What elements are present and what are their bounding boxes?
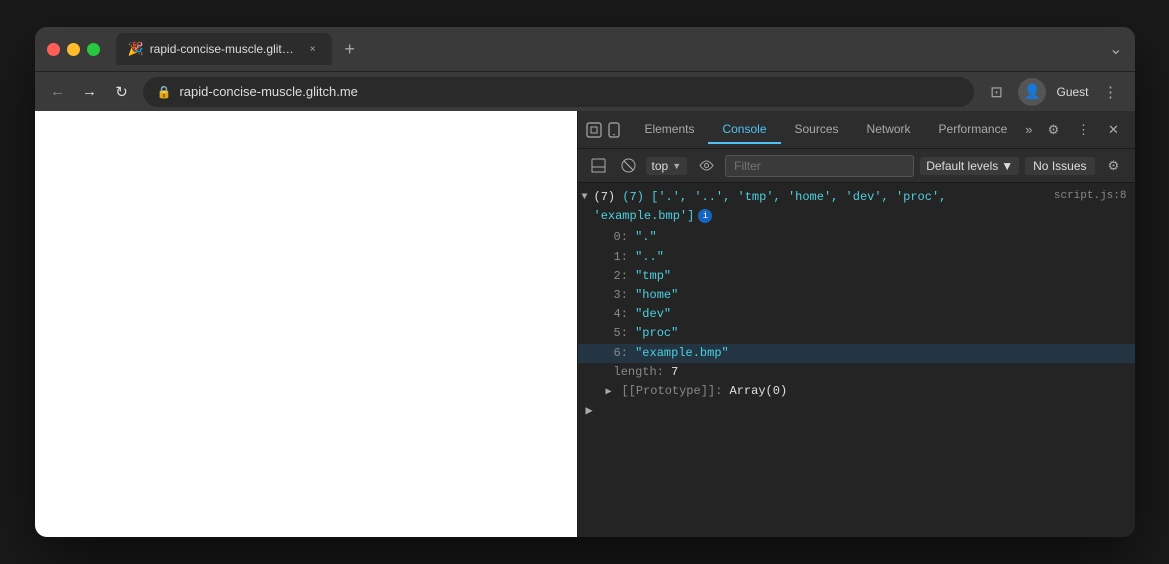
inspect-element-button[interactable] (586, 117, 602, 143)
context-selector[interactable]: top ▼ (646, 157, 688, 175)
tab-title: rapid-concise-muscle.glitch.m... (150, 42, 300, 56)
tab-favicon: 🎉 (128, 41, 144, 57)
profile-label: Guest (1056, 85, 1088, 99)
forward-button[interactable]: → (79, 83, 101, 100)
console-array-summary: (7) (7) ['.', '..', 'tmp', 'home', 'dev'… (594, 188, 1054, 226)
traffic-lights (47, 43, 100, 56)
prototype-label: [[Prototype]]: (622, 384, 723, 398)
address-input[interactable]: 🔒 rapid-concise-muscle.glitch.me (143, 77, 975, 107)
item-index-0: 0: (614, 230, 628, 244)
tab-close-button[interactable]: × (306, 42, 320, 56)
console-prompt[interactable]: ▶ (578, 401, 1135, 420)
prototype-value: Array(0) (730, 384, 788, 398)
devtools-toolbar: Elements Console Sources Network Perform… (578, 111, 1135, 149)
item-value-1: ".." (635, 250, 664, 264)
title-bar: 🎉 rapid-concise-muscle.glitch.m... × + ⌄ (35, 27, 1135, 71)
item-value-0: "." (635, 230, 657, 244)
devtools-more-button[interactable]: ⋮ (1070, 117, 1096, 143)
tab-network[interactable]: Network (853, 116, 925, 144)
console-drawer-button[interactable] (586, 153, 612, 179)
length-label: length: (614, 365, 664, 379)
console-toolbar: top ▼ Default levels ▼ No Issues ⚙ (578, 149, 1135, 183)
array-item-2: 2: "tmp" (578, 267, 1135, 286)
device-toolbar-button[interactable] (606, 117, 622, 143)
expand-button[interactable]: ⌄ (1109, 39, 1122, 59)
log-level-label: Default levels (926, 159, 998, 173)
devtools-close-button[interactable]: ✕ (1100, 117, 1126, 143)
array-item-6: 6: "example.bmp" (578, 344, 1135, 363)
array-item-4: 4: "dev" (578, 305, 1135, 324)
info-badge: i (698, 209, 712, 223)
item-index-4: 4: (614, 307, 628, 321)
split-screen-button[interactable]: ⊡ (984, 80, 1008, 104)
devtools-settings-button[interactable]: ⚙ (1040, 117, 1066, 143)
array-count: (7) (594, 190, 623, 204)
console-filter-input[interactable] (725, 155, 914, 177)
item-value-5: "proc" (635, 326, 678, 340)
prompt-arrow-icon: ▶ (586, 403, 593, 418)
browser-window: 🎉 rapid-concise-muscle.glitch.m... × + ⌄… (35, 27, 1135, 537)
length-value: 7 (671, 365, 678, 379)
main-content: Elements Console Sources Network Perform… (35, 111, 1135, 537)
new-tab-button[interactable]: + (336, 35, 364, 63)
item-index-3: 3: (614, 288, 628, 302)
context-label: top (652, 159, 669, 173)
prototype-expand-icon[interactable]: ▶ (606, 385, 612, 401)
item-index-2: 2: (614, 269, 628, 283)
maximize-button[interactable] (87, 43, 100, 56)
context-arrow-icon: ▼ (672, 161, 681, 171)
array-item-1: 1: ".." (578, 248, 1135, 267)
devtools-toolbar-right: ⚙ ⋮ ✕ (1040, 117, 1126, 143)
devtools-panel: Elements Console Sources Network Perform… (577, 111, 1135, 537)
item-index-1: 1: (614, 250, 628, 264)
array-item-3: 3: "home" (578, 286, 1135, 305)
array-prototype[interactable]: ▶ [[Prototype]]: Array(0) (578, 382, 1135, 401)
address-text: rapid-concise-muscle.glitch.me (179, 84, 357, 99)
eye-button[interactable] (693, 153, 719, 179)
log-level-arrow: ▼ (1001, 159, 1013, 173)
item-index-6: 6: (614, 346, 628, 360)
more-tabs-button[interactable]: » (1021, 116, 1036, 143)
tab-sources[interactable]: Sources (781, 116, 853, 144)
profile-button[interactable]: 👤 (1018, 78, 1046, 106)
back-button[interactable]: ← (47, 83, 69, 100)
item-value-4: "dev" (635, 307, 671, 321)
tab-performance[interactable]: Performance (925, 116, 1022, 144)
array-item-5: 5: "proc" (578, 324, 1135, 343)
tab-console[interactable]: Console (708, 116, 780, 144)
no-issues-button[interactable]: No Issues (1025, 157, 1094, 175)
console-settings-button[interactable]: ⚙ (1101, 153, 1127, 179)
tab-elements[interactable]: Elements (630, 116, 708, 144)
console-clear-button[interactable] (618, 155, 640, 177)
refresh-button[interactable]: ↻ (111, 83, 133, 101)
tab-bar: 🎉 rapid-concise-muscle.glitch.m... × + (116, 33, 1102, 65)
source-link[interactable]: script.js:8 (1054, 188, 1127, 206)
menu-button[interactable]: ⋮ (1099, 80, 1123, 104)
array-item-0: 0: "." (578, 228, 1135, 247)
devtools-tabs: Elements Console Sources Network Perform… (630, 116, 1036, 144)
array-values: (7) ['.', '..', 'tmp', 'home', 'dev', 'p… (594, 190, 947, 223)
expand-arrow-icon[interactable]: ▼ (582, 190, 588, 206)
item-value-6: "example.bmp" (635, 346, 729, 360)
address-bar: ← → ↻ 🔒 rapid-concise-muscle.glitch.me ⊡… (35, 71, 1135, 111)
active-tab[interactable]: 🎉 rapid-concise-muscle.glitch.m... × (116, 33, 332, 65)
close-button[interactable] (47, 43, 60, 56)
lock-icon: 🔒 (157, 85, 172, 99)
page-area (35, 111, 577, 537)
log-level-selector[interactable]: Default levels ▼ (920, 157, 1019, 175)
console-array-line[interactable]: ▼ (7) (7) ['.', '..', 'tmp', 'home', 'de… (578, 187, 1135, 228)
array-length: length: 7 (578, 363, 1135, 382)
minimize-button[interactable] (67, 43, 80, 56)
address-bar-actions: ⊡ 👤 Guest ⋮ (984, 78, 1122, 106)
item-value-3: "home" (635, 288, 678, 302)
item-value-2: "tmp" (635, 269, 671, 283)
item-index-5: 5: (614, 326, 628, 340)
console-output: ▼ (7) (7) ['.', '..', 'tmp', 'home', 'de… (578, 183, 1135, 537)
